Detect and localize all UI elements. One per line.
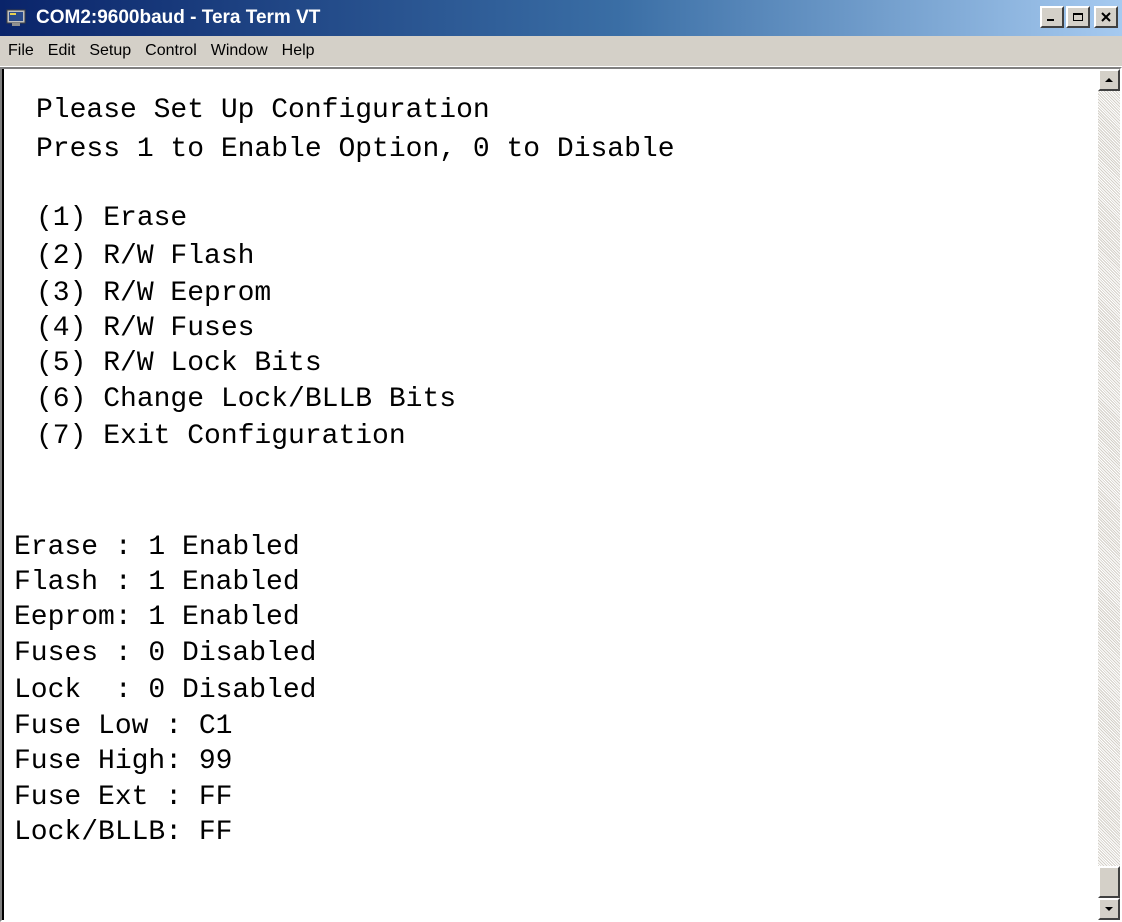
scroll-up-arrow-icon[interactable]: [1098, 69, 1120, 91]
option-line: (1) Erase: [36, 203, 188, 234]
status-line: Fuse Ext : FF: [14, 782, 233, 813]
menu-bar: File Edit Setup Control Window Help: [0, 36, 1122, 67]
terminal-frame: Please Set Up Configuration Press 1 to E…: [0, 67, 1122, 922]
status-line: Erase : 1 Enabled: [14, 532, 300, 563]
status-line: Lock : 0 Disabled: [14, 675, 317, 706]
option-line: (7) Exit Configuration: [36, 421, 406, 452]
menu-setup[interactable]: Setup: [82, 42, 138, 60]
option-line: (4) R/W Fuses: [36, 313, 255, 344]
scroll-down-arrow-icon[interactable]: [1098, 898, 1120, 920]
terminal-output[interactable]: Please Set Up Configuration Press 1 to E…: [2, 69, 1098, 920]
status-line: Lock/BLLB: FF: [14, 817, 233, 848]
tera-term-icon[interactable]: [6, 8, 28, 28]
option-line: (6) Change Lock/BLLB Bits: [36, 384, 457, 415]
terminal-header-line: Please Set Up Configuration: [36, 95, 490, 126]
status-line: Eeprom: 1 Enabled: [14, 602, 300, 633]
menu-window[interactable]: Window: [204, 42, 275, 60]
close-icon[interactable]: [1094, 6, 1118, 28]
status-line: Fuse High: 99: [14, 746, 233, 777]
option-line: (3) R/W Eeprom: [36, 278, 272, 309]
window-controls: [1040, 6, 1118, 28]
menu-help[interactable]: Help: [275, 42, 322, 60]
title-bar[interactable]: COM2:9600baud - Tera Term VT: [0, 0, 1122, 36]
menu-edit[interactable]: Edit: [41, 42, 83, 60]
menu-control[interactable]: Control: [138, 42, 204, 60]
vertical-scrollbar[interactable]: [1098, 69, 1120, 920]
status-line: Flash : 1 Enabled: [14, 567, 300, 598]
window-title: COM2:9600baud - Tera Term VT: [36, 7, 321, 28]
minimize-icon[interactable]: [1040, 6, 1064, 28]
option-line: (2) R/W Flash: [36, 241, 255, 272]
status-line: Fuses : 0 Disabled: [14, 638, 317, 669]
status-line: Fuse Low : C1: [14, 711, 233, 742]
terminal-header-line: Press 1 to Enable Option, 0 to Disable: [36, 134, 675, 165]
scrollbar-thumb[interactable]: [1098, 866, 1120, 898]
option-line: (5) R/W Lock Bits: [36, 348, 322, 379]
menu-file[interactable]: File: [0, 42, 41, 60]
maximize-icon[interactable]: [1066, 6, 1090, 28]
tera-term-window: COM2:9600baud - Tera Term VT File Edit S…: [0, 0, 1122, 922]
